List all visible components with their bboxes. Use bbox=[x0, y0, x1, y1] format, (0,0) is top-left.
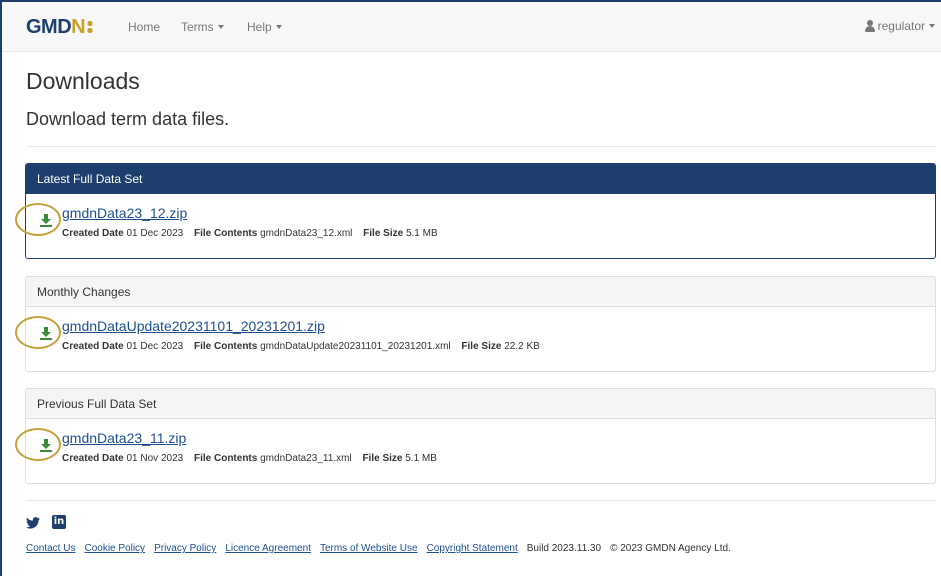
highlight-circle bbox=[15, 316, 61, 349]
created-date-label: Created Date bbox=[62, 453, 124, 464]
panel-previous-full-data-set: Previous Full Data Set gmdnData23_11.zip… bbox=[15, 388, 936, 484]
panel-heading: Monthly Changes bbox=[26, 277, 935, 307]
panel-heading: Previous Full Data Set bbox=[26, 389, 935, 419]
file-size-label: File Size bbox=[362, 453, 403, 464]
nav-terms-dropdown[interactable]: Terms bbox=[181, 19, 224, 35]
download-icon[interactable] bbox=[39, 438, 53, 452]
gmdn-logo[interactable]: GMDN bbox=[26, 16, 94, 38]
chevron-down-icon bbox=[275, 25, 282, 29]
chevron-down-icon bbox=[929, 24, 935, 28]
chevron-down-icon bbox=[217, 25, 224, 29]
file-metadata: Created Date 01 Dec 2023 File Contents g… bbox=[62, 340, 540, 354]
download-icon[interactable] bbox=[39, 326, 53, 340]
created-date-value: 01 Nov 2023 bbox=[126, 453, 184, 464]
panel-latest-full-data-set: Latest Full Data Set gmdnData23_12.zip C… bbox=[15, 163, 936, 259]
download-icon[interactable] bbox=[39, 213, 53, 227]
file-metadata: Created Date 01 Nov 2023 File Contents g… bbox=[62, 452, 437, 466]
file-contents-value: gmdnData23_11.xml bbox=[260, 453, 352, 464]
user-menu-dropdown[interactable]: regulator bbox=[864, 18, 935, 34]
panel-monthly-changes: Monthly Changes gmdnDataUpdate20231101_2… bbox=[15, 276, 936, 372]
file-size-value: 5.1 MB bbox=[405, 228, 438, 239]
linkedin-icon[interactable]: in bbox=[52, 515, 66, 529]
file-size-value: 22.2 KB bbox=[504, 341, 540, 352]
footer-link-licence-agreement[interactable]: Licence Agreement bbox=[225, 543, 311, 554]
file-contents-value: gmdnData23_12.xml bbox=[260, 228, 353, 239]
panel-body: gmdnData23_11.zip Created Date 01 Nov 20… bbox=[15, 419, 935, 483]
divider bbox=[26, 146, 936, 147]
file-download-link[interactable]: gmdnData23_12.zip bbox=[62, 204, 187, 222]
file-contents-label: File Contents bbox=[193, 341, 258, 352]
file-contents-label: File Contents bbox=[193, 228, 258, 239]
file-size-value: 5.1 MB bbox=[405, 453, 437, 464]
footer-link-privacy-policy[interactable]: Privacy Policy bbox=[154, 543, 216, 554]
created-date-label: Created Date bbox=[62, 341, 124, 352]
top-navbar: GMDN Home Terms Help regulator bbox=[2, 2, 941, 52]
footer-link-cookie-policy[interactable]: Cookie Policy bbox=[84, 543, 145, 554]
created-date-value: 01 Dec 2023 bbox=[126, 341, 184, 352]
footer-link-copyright-statement[interactable]: Copyright Statement bbox=[427, 543, 518, 554]
twitter-icon[interactable] bbox=[26, 517, 40, 529]
highlight-circle bbox=[15, 203, 61, 236]
panel-body: gmdnData23_12.zip Created Date 01 Dec 20… bbox=[15, 194, 935, 258]
nav-home-link[interactable]: Home bbox=[128, 19, 160, 35]
brand-dots-icon bbox=[87, 20, 94, 34]
footer-link-contact-us[interactable]: Contact Us bbox=[26, 543, 75, 554]
panel-body: gmdnDataUpdate20231101_20231201.zip Crea… bbox=[15, 307, 935, 371]
file-metadata: Created Date 01 Dec 2023 File Contents g… bbox=[62, 227, 438, 241]
panel-heading: Latest Full Data Set bbox=[26, 164, 935, 194]
page-title: Downloads bbox=[26, 68, 140, 94]
footer-link-terms-of-website-use[interactable]: Terms of Website Use bbox=[320, 543, 418, 554]
file-download-link[interactable]: gmdnDataUpdate20231101_20231201.zip bbox=[62, 317, 325, 335]
brand-text-left: GMD bbox=[26, 16, 72, 38]
nav-help-dropdown[interactable]: Help bbox=[247, 19, 282, 35]
highlight-circle bbox=[15, 428, 61, 461]
nav-help-label: Help bbox=[247, 20, 272, 34]
created-date-label: Created Date bbox=[62, 228, 124, 239]
brand-text-right: N bbox=[71, 16, 86, 38]
file-contents-value: gmdnDataUpdate20231101_20231201.xml bbox=[260, 341, 451, 352]
user-icon bbox=[864, 20, 875, 32]
footer-divider bbox=[26, 500, 936, 501]
file-size-label: File Size bbox=[363, 228, 404, 239]
nav-terms-label: Terms bbox=[181, 20, 214, 34]
footer: Contact Us Cookie Policy Privacy Policy Lic… bbox=[26, 542, 731, 556]
user-name: regulator bbox=[877, 19, 925, 33]
file-download-link[interactable]: gmdnData23_11.zip bbox=[62, 429, 186, 447]
file-contents-label: File Contents bbox=[193, 453, 258, 464]
build-version: Build 2023.11.30 bbox=[526, 543, 602, 554]
created-date-value: 01 Dec 2023 bbox=[126, 228, 184, 239]
page-subtitle: Download term data files. bbox=[26, 109, 230, 129]
copyright-text: © 2023 GMDN Agency Ltd. bbox=[610, 543, 731, 554]
file-size-label: File Size bbox=[461, 341, 502, 352]
